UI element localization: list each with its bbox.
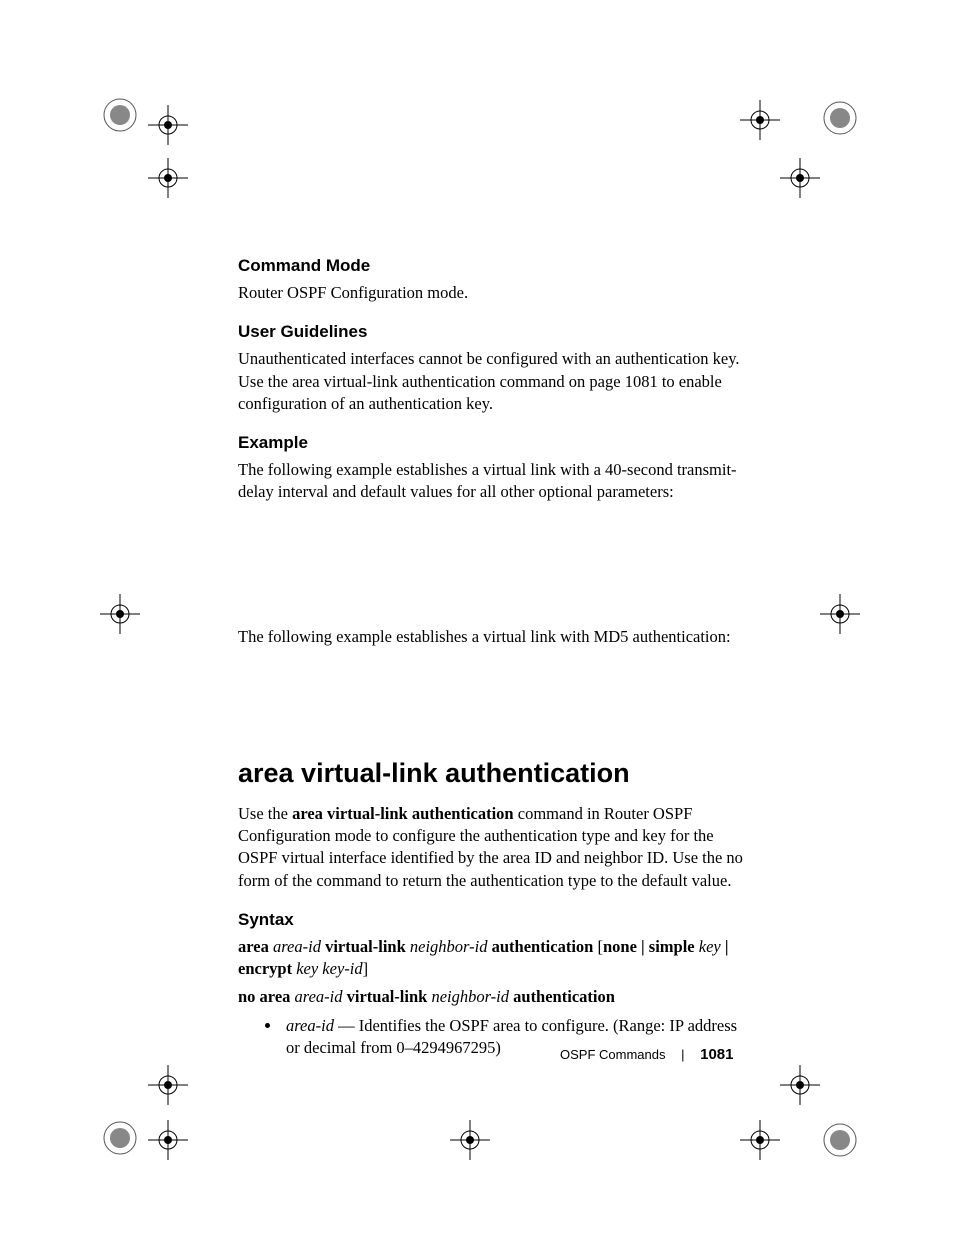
footer-page-number: 1081 bbox=[700, 1046, 733, 1063]
heading-main: area virtual-link authentication bbox=[238, 758, 748, 789]
registration-mark-icon bbox=[740, 100, 804, 164]
registration-mark-icon bbox=[820, 1120, 884, 1184]
registration-mark-icon bbox=[450, 1120, 514, 1184]
syntax-line-1: area area-id virtual-link neighbor-id au… bbox=[238, 936, 748, 981]
text-example-2: The following example establishes a virt… bbox=[238, 626, 748, 648]
text-command-mode: Router OSPF Configuration mode. bbox=[238, 282, 748, 304]
heading-user-guidelines: User Guidelines bbox=[238, 322, 748, 342]
registration-mark-icon bbox=[148, 1120, 212, 1184]
registration-mark-icon bbox=[148, 158, 212, 222]
text-main-intro: Use the area virtual-link authentication… bbox=[238, 803, 748, 892]
heading-syntax: Syntax bbox=[238, 910, 748, 930]
heading-command-mode: Command Mode bbox=[238, 256, 748, 276]
registration-mark-icon bbox=[100, 594, 164, 658]
text-user-guidelines: Unauthenticated interfaces cannot be con… bbox=[238, 348, 748, 415]
registration-mark-icon bbox=[820, 98, 884, 162]
registration-mark-icon bbox=[740, 1120, 804, 1184]
page-content: Command Mode Router OSPF Configuration m… bbox=[238, 256, 748, 1059]
page-footer: OSPF Commands | 1081 bbox=[560, 1046, 750, 1063]
footer-separator: | bbox=[681, 1047, 684, 1062]
heading-example: Example bbox=[238, 433, 748, 453]
registration-mark-icon bbox=[780, 158, 844, 222]
registration-mark-icon bbox=[820, 594, 884, 658]
text-example-1: The following example establishes a virt… bbox=[238, 459, 748, 504]
footer-section: OSPF Commands bbox=[560, 1047, 665, 1062]
syntax-line-2: no area area-id virtual-link neighbor-id… bbox=[238, 986, 748, 1008]
